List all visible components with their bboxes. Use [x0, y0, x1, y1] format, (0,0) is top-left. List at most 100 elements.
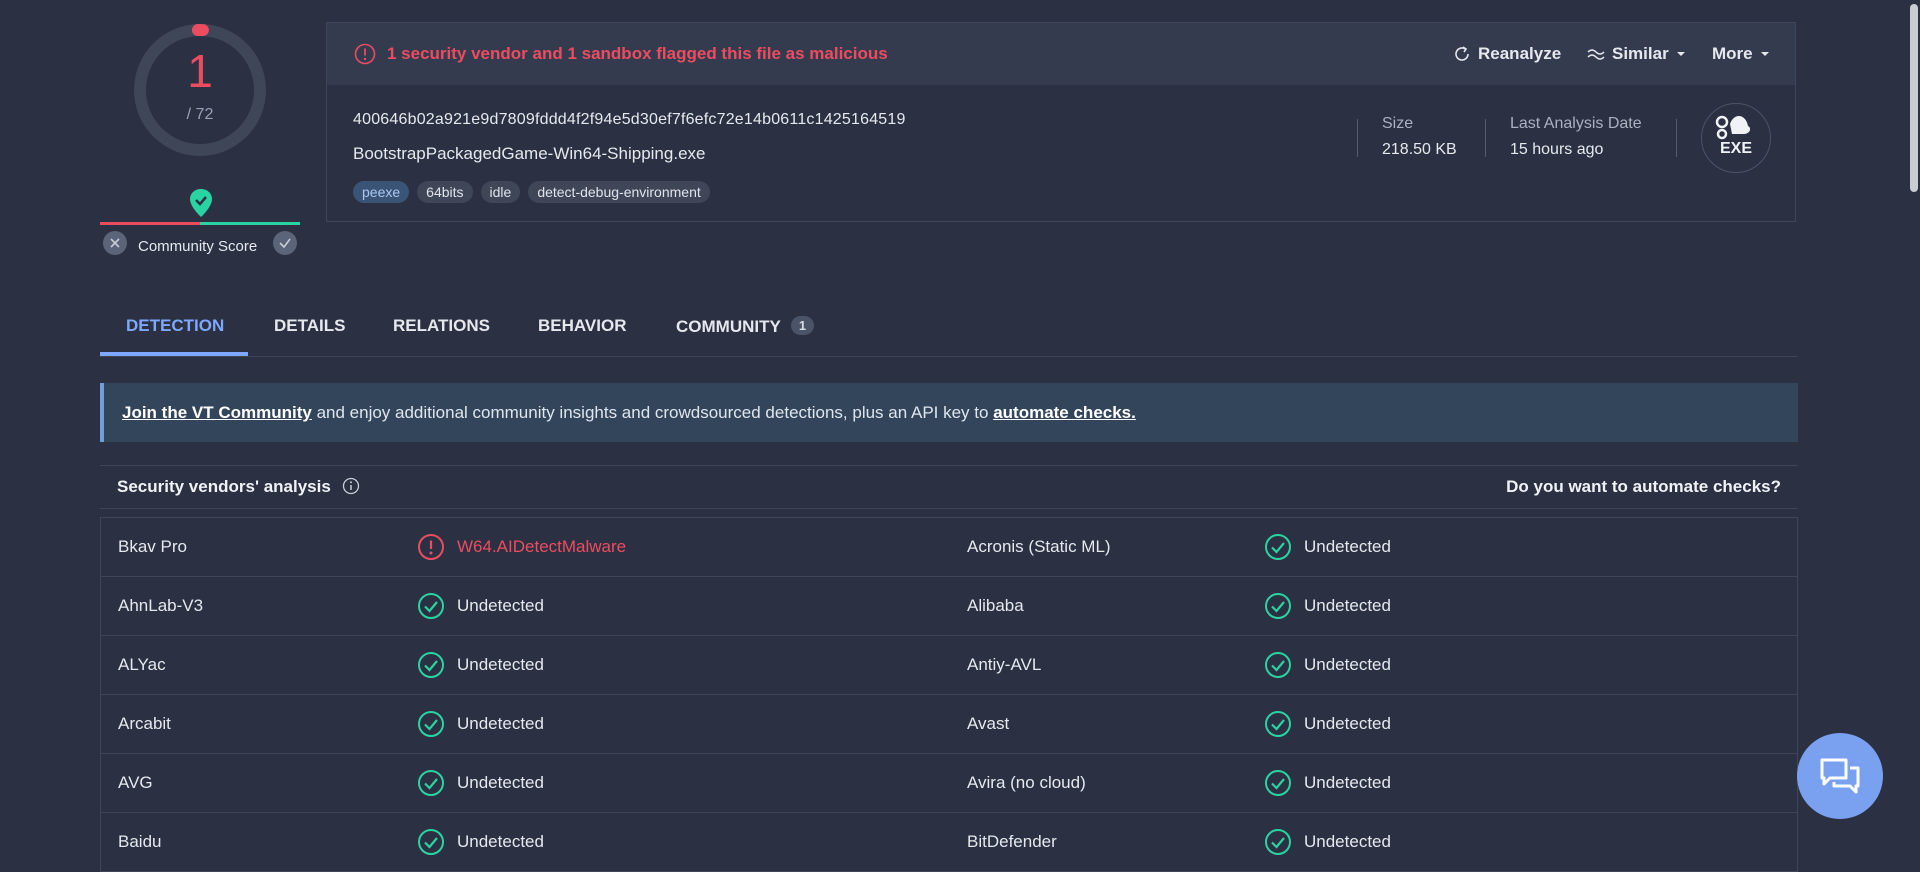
engine-total: / 72 [186, 106, 214, 123]
vendor-row: AVG Undetected Avira (no cloud) Undetected [101, 754, 1797, 813]
chevron-down-icon [1760, 52, 1769, 56]
community-score-bar [100, 222, 300, 225]
vendor-result: Undetected [1264, 769, 1391, 797]
scrollbar-thumb[interactable] [1910, 4, 1918, 192]
tab-detection[interactable]: DETECTION [126, 316, 224, 336]
info-icon[interactable] [342, 477, 360, 495]
undetected-check-icon [1265, 711, 1291, 737]
vendor-result: Undetected [417, 769, 544, 797]
vendor-result-label: Undetected [457, 832, 544, 851]
size-label: Size [1382, 115, 1414, 132]
undetected-check-icon [418, 829, 444, 855]
size-value: 218.50 KB [1382, 141, 1457, 158]
file-summary-card: 1 security vendor and 1 sandbox flagged … [326, 22, 1796, 222]
vendor-result-label: Undetected [457, 773, 544, 792]
exe-gears-icon [1715, 115, 1751, 140]
tab-details[interactable]: DETAILS [274, 316, 345, 336]
vendor-result: Undetected [417, 651, 544, 679]
chevron-down-icon [1676, 52, 1685, 56]
undetected-check-icon [418, 770, 444, 796]
check-icon [279, 238, 291, 249]
vendor-result: Undetected [1264, 710, 1391, 738]
undetected-check-icon [1265, 652, 1291, 678]
tab-behavior[interactable]: BEHAVIOR [538, 316, 626, 336]
more-dropdown[interactable]: More [1712, 44, 1770, 64]
banner-middle-text: and enjoy additional community insights … [311, 403, 994, 422]
vendor-result: Undetected [1264, 651, 1391, 679]
active-tab-indicator [100, 352, 248, 356]
vendor-result: Undetected [417, 710, 544, 738]
chat-icon [1820, 758, 1860, 794]
vote-harmless-button[interactable] [273, 231, 297, 255]
vendor-result-label: Undetected [1304, 596, 1391, 615]
automate-checks-prompt[interactable]: Do you want to automate checks? [1506, 477, 1781, 497]
vendor-name: AhnLab-V3 [118, 596, 204, 615]
vendor-result-label: Undetected [1304, 832, 1391, 851]
meta-divider [1357, 119, 1358, 157]
tag-detect-debug-environment[interactable]: detect-debug-environment [528, 181, 710, 203]
reanalyze-button[interactable]: Reanalyze [1453, 44, 1561, 64]
vendor-result-label: Undetected [457, 596, 544, 615]
vote-harmful-button[interactable] [103, 231, 127, 255]
vendor-row: Arcabit Undetected Avast Undetected [101, 695, 1797, 754]
alert-icon [354, 43, 376, 65]
community-pin-icon [190, 189, 212, 217]
vendor-result: Undetected [417, 828, 544, 856]
vendor-row: Bkav Pro W64.AIDetectMalware Acronis (Stat… [101, 518, 1797, 577]
file-tags: peexe 64bits idle detect-debug-environme… [353, 181, 710, 203]
file-name: BootstrapPackagedGame-Win64-Shipping.exe [353, 144, 706, 163]
similar-icon [1587, 49, 1605, 60]
automate-checks-link[interactable]: automate checks. [993, 403, 1136, 422]
tab-relations[interactable]: RELATIONS [393, 316, 490, 336]
vendor-result: W64.AIDetectMalware [417, 533, 626, 561]
refresh-icon [1455, 46, 1469, 61]
meta-divider [1676, 119, 1677, 157]
tab-community-label: COMMUNITY [676, 317, 781, 336]
community-score-label: Community Score [138, 238, 258, 255]
undetected-check-icon [1265, 534, 1291, 560]
meta-divider [1485, 119, 1486, 157]
vendor-result-label: Undetected [1304, 714, 1391, 733]
analysis-title-text: Security vendors' analysis [117, 477, 331, 496]
undetected-check-icon [418, 593, 444, 619]
vendor-name: Bkav Pro [118, 537, 187, 556]
last-analysis-value: 15 hours ago [1510, 141, 1604, 158]
malicious-alert-icon [418, 534, 444, 560]
similar-dropdown[interactable]: Similar [1587, 44, 1686, 64]
vendor-result-label: Undetected [1304, 537, 1391, 556]
vendor-result-label: Undetected [457, 714, 544, 733]
chat-button[interactable] [1797, 733, 1883, 819]
analysis-header: Security vendors' analysis Do you want t… [100, 465, 1798, 509]
vendor-result-label: W64.AIDetectMalware [457, 537, 627, 556]
reanalyze-label: Reanalyze [1478, 44, 1562, 63]
analysis-title: Security vendors' analysis [117, 477, 360, 497]
file-type-label: EXE [1719, 140, 1752, 157]
tag-idle[interactable]: idle [480, 181, 521, 203]
vendor-name: Baidu [118, 832, 162, 851]
file-hash[interactable]: 400646b02a921e9d7809fddd4f2f94e5d30ef7f6… [353, 111, 906, 129]
vendor-name: Acronis (Static ML) [967, 537, 1111, 556]
undetected-check-icon [418, 711, 444, 737]
last-analysis-label: Last Analysis Date [1510, 115, 1642, 132]
undetected-check-icon [418, 652, 444, 678]
join-community-link[interactable]: Join the VT Community [122, 403, 312, 422]
community-count-badge: 1 [790, 316, 815, 335]
tag-64bits[interactable]: 64bits [417, 181, 473, 203]
vendor-name: ALYac [118, 655, 166, 674]
vendor-name: Arcabit [118, 714, 171, 733]
community-banner: Join the VT Community and enjoy addition… [100, 383, 1798, 442]
vendor-result: Undetected [1264, 828, 1391, 856]
undetected-check-icon [1265, 770, 1291, 796]
vendor-name: Avira (no cloud) [967, 773, 1086, 792]
tab-community[interactable]: COMMUNITY 1 [676, 316, 815, 337]
vendor-row: Baidu Undetected BitDefender Undetected [101, 813, 1797, 872]
vendor-name: Avast [967, 714, 1010, 733]
tabs-divider [100, 356, 1798, 357]
banner-text: Join the VT Community and enjoy addition… [122, 403, 1136, 423]
tag-peexe[interactable]: peexe [353, 181, 410, 203]
vendor-row: ALYac Undetected Antiy-AVL Undetected [101, 636, 1797, 695]
vendor-results-table: Bkav Pro W64.AIDetectMalware Acronis (Stat… [100, 517, 1798, 872]
vendor-row: AhnLab-V3 Undetected Alibaba Undetected [101, 577, 1797, 636]
similar-label: Similar [1612, 44, 1669, 63]
vendor-result: Undetected [417, 592, 544, 620]
